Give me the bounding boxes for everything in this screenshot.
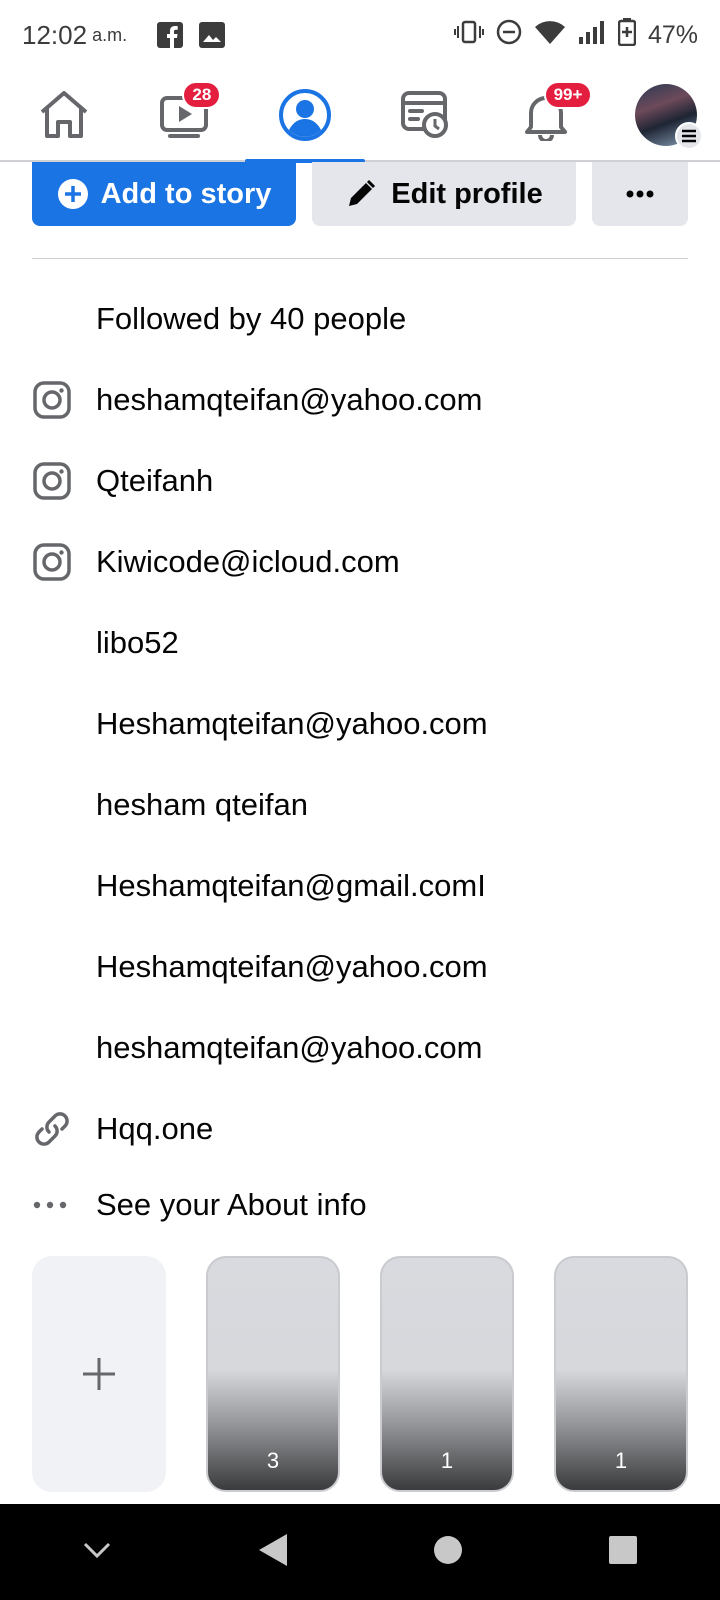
instagram-icon [0,380,96,420]
detail-text: Heshamqteifan@yahoo.com [96,948,488,984]
detail-text: hesham qteifan [96,786,308,822]
avatar [634,84,703,150]
edit-profile-button[interactable]: Edit profile [312,162,576,226]
add-to-story-button[interactable]: Add to story [32,162,296,226]
nav-home[interactable] [32,83,96,147]
featured-stories: 3 1 1 [32,1256,688,1492]
detail-row[interactable]: Heshamqteifan@gmail.comI [0,845,720,926]
add-featured-button[interactable] [32,1256,166,1492]
website-row[interactable]: Hqq.one [0,1088,720,1169]
instagram-handle: Qteifanh [96,462,214,498]
system-nav-bar [0,1504,720,1600]
nav-notifications[interactable]: 99+ [514,81,593,147]
feeds-clock-icon [401,91,449,138]
instagram-row[interactable]: Qteifanh [0,440,720,521]
clock-ampm: a.m. [92,24,128,45]
detail-text: Heshamqteifan@gmail.comI [96,867,486,903]
featured-collection[interactable]: 3 [206,1256,340,1492]
instagram-row[interactable]: heshamqteifan@yahoo.com [0,359,720,440]
instagram-handle: Kiwicode@icloud.com [96,543,400,579]
followers-row[interactable]: Followed by 40 people [0,278,720,359]
back-icon[interactable] [257,1532,289,1573]
link-icon [0,1109,96,1149]
do-not-disturb-icon [496,19,522,52]
facebook-notification-icon [157,22,184,48]
nav-watch[interactable]: 28 [152,81,222,147]
detail-row[interactable]: libo52 [0,602,720,683]
detail-text: libo52 [96,624,179,660]
status-bar: 12:02 a.m. 47% [0,0,720,70]
instagram-handle: heshamqteifan@yahoo.com [96,381,483,417]
vibrate-icon [453,19,484,52]
more-dots-icon [626,190,654,198]
menu-hamburger-icon [674,122,703,150]
followers-text: Followed by 40 people [96,300,407,336]
notifications-badge: 99+ [543,81,593,109]
featured-collection[interactable]: 1 [380,1256,514,1492]
nav-feeds[interactable] [393,83,457,147]
chevron-down-icon[interactable] [82,1540,112,1565]
detail-row[interactable]: heshamqteifan@yahoo.com [0,1007,720,1088]
home-icon [40,91,88,138]
pencil-icon [349,179,376,206]
battery-percent: 47% [647,20,698,49]
instagram-row[interactable]: Kiwicode@icloud.com [0,521,720,602]
plus-icon [83,1358,115,1390]
recents-icon[interactable] [608,1535,638,1570]
see-about-row[interactable]: See your About info [0,1169,720,1241]
profile-icon [278,89,331,141]
add-to-story-label: Add to story [100,177,272,210]
watch-badge: 28 [182,81,222,109]
profile-details: Followed by 40 people heshamqteifan@yaho… [0,278,720,1241]
collection-count: 1 [614,1448,628,1473]
wifi-icon [534,19,566,52]
more-dots-icon [0,1201,96,1209]
instagram-icon [0,461,96,501]
top-nav: 28 99+ [0,70,720,163]
battery-icon [617,17,637,53]
gallery-notification-icon [199,22,226,48]
detail-row[interactable]: hesham qteifan [0,764,720,845]
collection-count: 3 [266,1448,280,1473]
profile-actions: Add to story Edit profile [32,162,688,226]
signal-icon [578,19,606,52]
featured-collection[interactable]: 1 [554,1256,688,1492]
edit-profile-label: Edit profile [391,177,543,210]
website-link[interactable]: Hqq.one [96,1111,213,1147]
detail-text: heshamqteifan@yahoo.com [96,1029,483,1065]
clock: 12:02 [22,19,88,50]
detail-text: Heshamqteifan@yahoo.com [96,705,488,741]
nav-menu[interactable] [634,83,703,150]
home-circle-icon[interactable] [433,1535,463,1570]
see-about-label: See your About info [96,1187,367,1222]
nav-profile[interactable] [244,83,365,163]
detail-row[interactable]: Heshamqteifan@yahoo.com [0,926,720,1007]
plus-circle-icon [57,179,88,209]
more-options-button[interactable] [592,162,688,226]
instagram-icon [0,542,96,582]
divider [32,258,688,259]
collection-count: 1 [440,1448,454,1473]
detail-row[interactable]: Heshamqteifan@yahoo.com [0,683,720,764]
